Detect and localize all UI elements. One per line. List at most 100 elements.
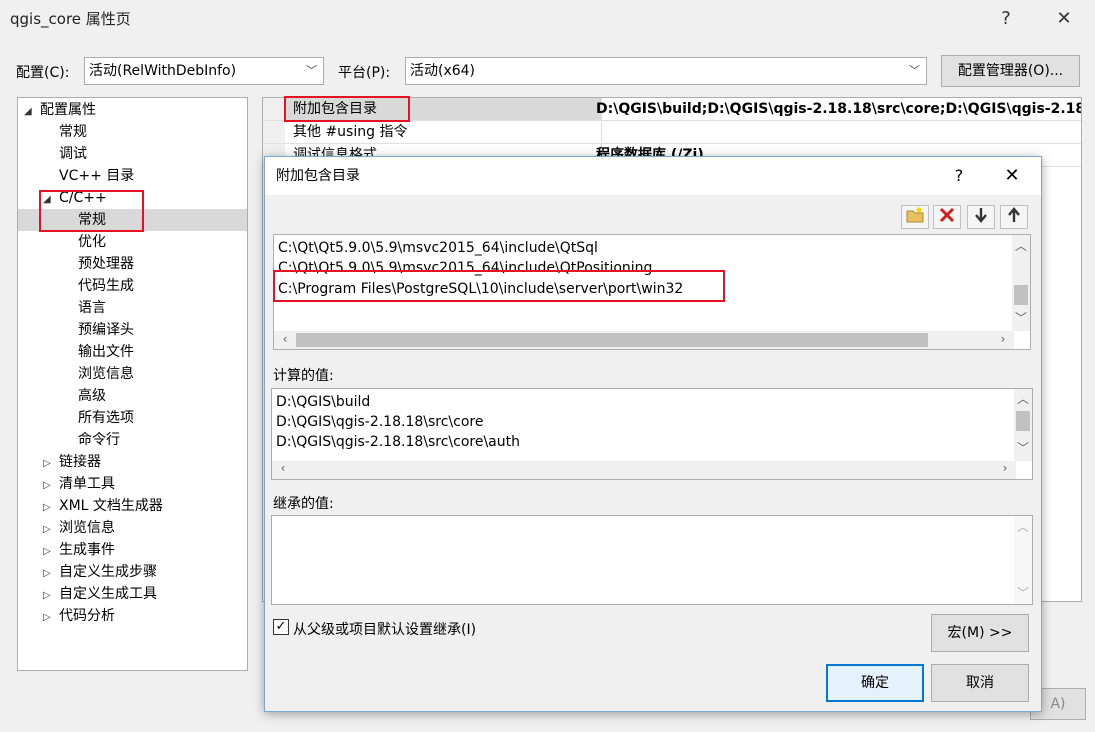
highlight-box-cpp bbox=[39, 190, 144, 232]
chevron-up-icon[interactable]: ︿ bbox=[1014, 390, 1032, 407]
tree-item[interactable]: VC++ 目录 bbox=[43, 165, 134, 187]
collapse-arrow-icon[interactable]: ◢ bbox=[24, 101, 40, 123]
platform-label: 平台(P): bbox=[338, 65, 391, 81]
tree-item[interactable]: 预处理器 bbox=[62, 253, 134, 275]
delete-icon[interactable] bbox=[933, 205, 961, 229]
tree-item[interactable]: ▷ 浏览信息 bbox=[43, 517, 115, 539]
new-folder-icon[interactable] bbox=[901, 205, 929, 229]
scroll-thumb[interactable] bbox=[1014, 285, 1028, 305]
tree-item[interactable]: ▷ 自定义生成工具 bbox=[43, 583, 157, 605]
tree-item[interactable]: 命令行 bbox=[62, 429, 120, 451]
grid-gutter bbox=[263, 98, 285, 120]
chevron-right-icon[interactable]: › bbox=[996, 461, 1014, 475]
tree-item-label: 自定义生成工具 bbox=[59, 586, 157, 602]
grid-row[interactable]: 其他 #using 指令 bbox=[263, 121, 1081, 144]
tree-item-label: 所有选项 bbox=[78, 410, 134, 426]
horizontal-scrollbar[interactable]: ‹ › bbox=[272, 461, 1016, 479]
vertical-scrollbar[interactable]: ︿ ﹀ bbox=[1014, 516, 1032, 604]
tree-item[interactable]: 优化 bbox=[62, 231, 106, 253]
expand-arrow-icon[interactable]: ▷ bbox=[43, 519, 59, 541]
expand-arrow-icon[interactable]: ▷ bbox=[43, 607, 59, 629]
tree-item-label: 清单工具 bbox=[59, 476, 115, 492]
list-item: D:\QGIS\qgis-2.18.18\src\core bbox=[276, 414, 484, 430]
help-icon[interactable]: ? bbox=[947, 163, 971, 189]
vertical-scrollbar[interactable]: ︿ ﹀ bbox=[1014, 389, 1032, 461]
chevron-left-icon[interactable]: ‹ bbox=[274, 461, 292, 475]
expand-arrow-icon[interactable]: ▷ bbox=[43, 497, 59, 519]
chevron-down-icon: ﹀ bbox=[909, 64, 920, 77]
expand-arrow-icon[interactable]: ▷ bbox=[43, 453, 59, 475]
tree-item[interactable]: 浏览信息 bbox=[62, 363, 134, 385]
arrow-down-icon[interactable] bbox=[967, 205, 995, 229]
config-label: 配置(C): bbox=[16, 65, 70, 81]
tree-item-label: 调试 bbox=[59, 146, 87, 162]
macro-button[interactable]: 宏(M) >> bbox=[931, 614, 1029, 652]
inherit-checkbox-label[interactable]: 从父级或项目默认设置继承(I) bbox=[293, 619, 476, 639]
tree-item-label: 常规 bbox=[59, 124, 87, 140]
tree-item-label: 优化 bbox=[78, 234, 106, 250]
dialog-title: 附加包含目录 bbox=[265, 157, 1041, 195]
tree-item-label: 生成事件 bbox=[59, 542, 115, 558]
tree-item-label: 代码生成 bbox=[78, 278, 134, 294]
vertical-scrollbar[interactable]: ︿ ﹀ bbox=[1012, 235, 1030, 331]
ok-button[interactable]: 确定 bbox=[826, 664, 924, 702]
close-icon[interactable]: ✕ bbox=[999, 163, 1025, 189]
cancel-button[interactable]: 取消 bbox=[931, 664, 1029, 702]
help-icon[interactable]: ? bbox=[992, 6, 1020, 32]
tree-item[interactable]: ▷ 自定义生成步骤 bbox=[43, 561, 157, 583]
tree-item[interactable]: ▷ 清单工具 bbox=[43, 473, 115, 495]
tree-item-label: 配置属性 bbox=[40, 102, 96, 118]
expand-arrow-icon[interactable]: ▷ bbox=[43, 563, 59, 585]
tree-item-label: 高级 bbox=[78, 388, 106, 404]
tree-item-label: 浏览信息 bbox=[59, 520, 115, 536]
tree-item[interactable]: 代码生成 bbox=[62, 275, 134, 297]
window-title: qgis_core 属性页 bbox=[10, 10, 131, 28]
tree-item[interactable]: ▷ 代码分析 bbox=[43, 605, 115, 627]
arrow-up-icon[interactable] bbox=[1000, 205, 1028, 229]
scroll-thumb[interactable] bbox=[296, 333, 928, 347]
highlight-box-path bbox=[273, 270, 725, 302]
list-item[interactable]: C:\Qt\Qt5.9.0\5.9\msvc2015_64\include\Qt… bbox=[278, 238, 598, 258]
tree-item[interactable]: ▷ 链接器 bbox=[43, 451, 101, 473]
tree-item[interactable]: 所有选项 bbox=[62, 407, 134, 429]
computed-values-list: D:\QGIS\build D:\QGIS\qgis-2.18.18\src\c… bbox=[271, 388, 1033, 480]
expand-arrow-icon[interactable]: ▷ bbox=[43, 475, 59, 497]
tree-item[interactable]: 调试 bbox=[43, 143, 87, 165]
close-icon[interactable]: ✕ bbox=[1050, 6, 1078, 32]
chevron-left-icon[interactable]: ‹ bbox=[276, 332, 294, 346]
grid-gutter bbox=[263, 121, 285, 143]
chevron-up-icon[interactable]: ︿ bbox=[1012, 237, 1030, 254]
tree-item[interactable]: ◢ 配置属性 bbox=[24, 99, 96, 121]
tree-item[interactable]: 常规 bbox=[43, 121, 87, 143]
chevron-down-icon[interactable]: ﹀ bbox=[1012, 309, 1030, 326]
list-item: D:\QGIS\build bbox=[276, 394, 371, 410]
chevron-down-icon[interactable]: ﹀ bbox=[1014, 584, 1032, 601]
horizontal-scrollbar[interactable]: ‹ › bbox=[274, 331, 1014, 349]
property-tree: ◢ 配置属性 常规 调试 VC++ 目录 ◢ C/C++ 常规 优化 预处理器 代码生成 语言 预编译头… bbox=[17, 97, 248, 671]
tree-item[interactable]: 高级 bbox=[62, 385, 106, 407]
platform-select[interactable]: 活动(x64) ﹀ bbox=[405, 57, 927, 85]
list-item: D:\QGIS\qgis-2.18.18\src\core\auth bbox=[276, 434, 520, 450]
tree-item[interactable]: 语言 bbox=[62, 297, 106, 319]
expand-arrow-icon[interactable]: ▷ bbox=[43, 541, 59, 563]
grid-row-value: D:\QGIS\build;D:\QGIS\qgis-2.18.18\src\c… bbox=[596, 101, 1081, 117]
chevron-right-icon[interactable]: › bbox=[994, 332, 1012, 346]
tree-item[interactable]: ▷ 生成事件 bbox=[43, 539, 115, 561]
config-manager-button[interactable]: 配置管理器(O)... bbox=[941, 55, 1080, 87]
tree-item-label: 代码分析 bbox=[59, 608, 115, 624]
chevron-up-icon[interactable]: ︿ bbox=[1014, 518, 1032, 535]
scroll-thumb[interactable] bbox=[1016, 411, 1030, 431]
tree-item[interactable]: 预编译头 bbox=[62, 319, 134, 341]
chevron-down-icon: ﹀ bbox=[306, 64, 317, 77]
config-select[interactable]: 活动(RelWithDebInfo) ﹀ bbox=[84, 57, 324, 85]
tree-item-label: 语言 bbox=[78, 300, 106, 316]
tree-item-label: VC++ 目录 bbox=[59, 168, 135, 184]
expand-arrow-icon[interactable]: ▷ bbox=[43, 585, 59, 607]
tree-item-label: 命令行 bbox=[78, 432, 120, 448]
tree-item[interactable]: ▷ XML 文档生成器 bbox=[43, 495, 163, 517]
chevron-down-icon[interactable]: ﹀ bbox=[1014, 439, 1032, 456]
inherited-label: 继承的值: bbox=[273, 496, 334, 512]
tree-item[interactable]: 输出文件 bbox=[62, 341, 134, 363]
inherit-checkbox[interactable]: ✓ bbox=[273, 619, 289, 635]
grid-row-name: 其他 #using 指令 bbox=[285, 121, 602, 143]
